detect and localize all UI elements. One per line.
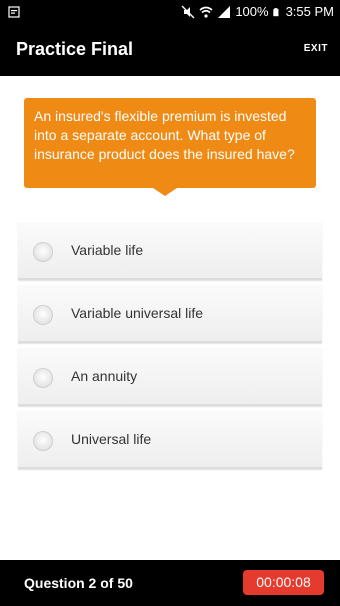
radio-button[interactable] — [33, 368, 53, 388]
mute-icon — [181, 5, 195, 19]
answer-list: Variable life Variable universal life An… — [18, 222, 322, 474]
battery-icon — [272, 8, 279, 17]
question-text: An insured's flexible premium is investe… — [34, 108, 295, 162]
radio-button[interactable] — [33, 431, 53, 451]
question-bubble: An insured's flexible premium is investe… — [24, 98, 316, 188]
answer-option-2[interactable]: Variable universal life — [18, 285, 322, 343]
app-bar: Practice Final EXIT — [0, 25, 340, 76]
battery-percent: 100% — [235, 4, 269, 19]
answer-option-1[interactable]: Variable life — [18, 222, 322, 280]
answer-label: Variable life — [71, 242, 144, 258]
answer-option-3[interactable]: An annuity — [18, 348, 322, 406]
notification-icon — [8, 6, 20, 18]
page-title: Practice Final — [16, 39, 134, 59]
signal-icon — [218, 6, 231, 18]
question-counter: Question 2 of 50 — [24, 575, 133, 591]
footer-bar: Question 2 of 50 00:00:08 — [0, 560, 340, 606]
answer-label: Universal life — [71, 431, 152, 447]
wifi-icon — [199, 6, 213, 18]
question-bubble-tail — [153, 188, 177, 196]
answer-label: An annuity — [71, 368, 138, 384]
exit-button[interactable]: EXIT — [304, 43, 328, 54]
answer-label: Variable universal life — [71, 305, 204, 321]
status-bar: 100% 3:55 PM — [0, 0, 340, 25]
status-clock: 3:55 PM — [285, 4, 334, 19]
radio-button[interactable] — [33, 305, 53, 325]
radio-button[interactable] — [33, 242, 53, 262]
timer-badge: 00:00:08 — [243, 570, 324, 595]
answer-option-4[interactable]: Universal life — [18, 411, 322, 469]
